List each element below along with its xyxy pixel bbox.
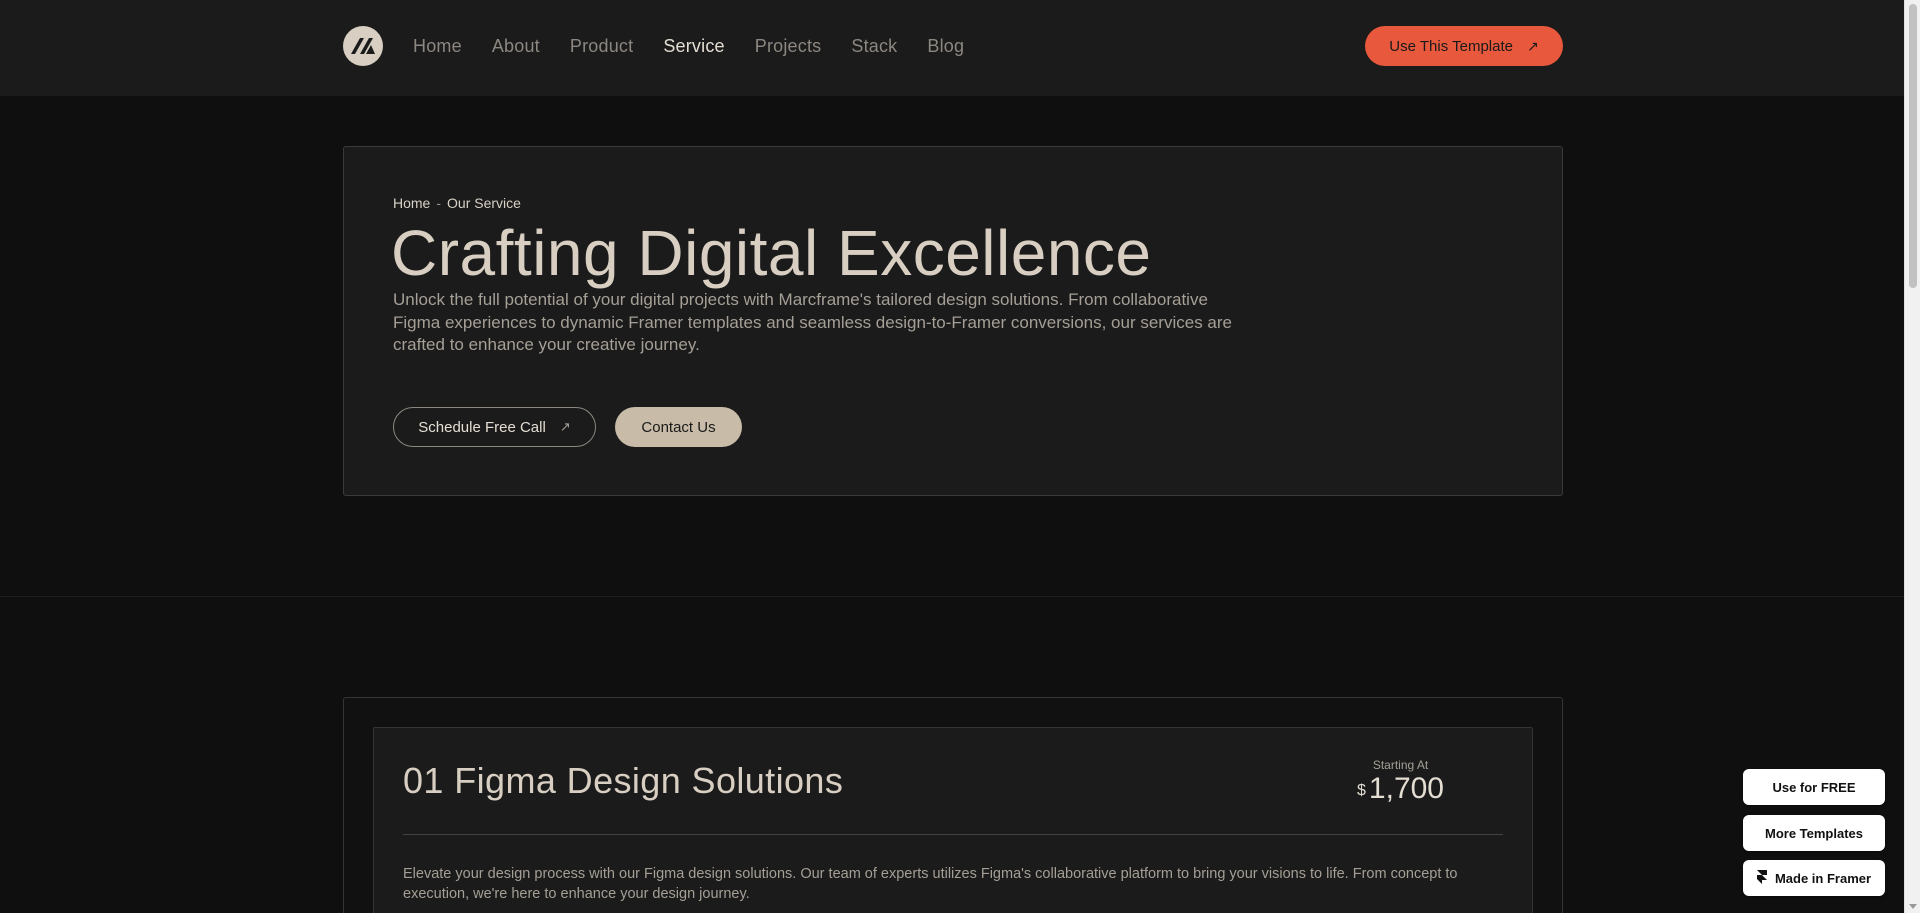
currency-symbol: $ (1357, 782, 1366, 799)
arrow-up-right-icon: ↗ (559, 419, 571, 434)
more-templates-button[interactable]: More Templates (1743, 815, 1885, 851)
breadcrumb-separator: - (436, 195, 442, 211)
more-templates-label: More Templates (1764, 825, 1863, 841)
scroll-down-icon[interactable] (1909, 904, 1917, 909)
service-card: 01 Figma Design Solutions Starting At $1… (373, 727, 1533, 913)
nav-stack[interactable]: Stack (851, 32, 897, 60)
price-label: Starting At (1372, 758, 1429, 772)
top-navbar: Home About Product Service Projects Stac… (0, 0, 1904, 96)
page-scrollbar[interactable] (1904, 0, 1920, 913)
nav-home[interactable]: Home (413, 32, 462, 60)
page-title: Crafting Digital Excellence (391, 217, 1152, 289)
service-section: 01 Figma Design Solutions Starting At $1… (343, 697, 1563, 913)
scrollbar-thumb[interactable] (1909, 4, 1917, 288)
use-template-label: Use This Template (1389, 37, 1513, 55)
service-divider (403, 834, 1503, 835)
service-description: Elevate your design process with our Fig… (403, 866, 1458, 902)
contact-us-button[interactable]: Contact Us (615, 407, 742, 447)
arrow-up-right-icon: ↗ (1526, 37, 1539, 54)
nav-blog[interactable]: Blog (927, 32, 964, 60)
price-block: Starting At $1,700 (1357, 758, 1444, 806)
nav-product[interactable]: Product (570, 32, 633, 60)
framer-icon (1756, 869, 1767, 887)
contact-us-label: Contact Us (641, 418, 716, 436)
price-amount: 1,700 (1368, 772, 1444, 805)
price-value: $1,700 (1357, 772, 1444, 806)
schedule-call-button[interactable]: Schedule Free Call ↗ (393, 407, 596, 447)
marcframe-logo-icon[interactable] (343, 26, 383, 66)
breadcrumb: Home - Our Service (393, 195, 521, 211)
nav-about[interactable]: About (492, 32, 540, 60)
schedule-call-label: Schedule Free Call (418, 418, 546, 436)
use-template-button[interactable]: Use This Template ↗ (1365, 26, 1563, 66)
made-in-framer-button[interactable]: Made in Framer (1743, 860, 1885, 896)
use-for-free-button[interactable]: Use for FREE (1743, 769, 1885, 805)
section-divider (0, 596, 1904, 597)
use-for-free-label: Use for FREE (1772, 779, 1856, 795)
nav-service[interactable]: Service (663, 32, 724, 60)
breadcrumb-home[interactable]: Home (393, 195, 430, 211)
hero-card: Home - Our Service Crafting Digital Exce… (343, 146, 1563, 496)
page: Home About Product Service Projects Stac… (0, 0, 1920, 913)
nav-projects[interactable]: Projects (755, 32, 822, 60)
breadcrumb-current: Our Service (447, 195, 521, 211)
made-in-framer-label: Made in Framer (1774, 870, 1872, 886)
service-title: 01 Figma Design Solutions (403, 760, 844, 801)
main-nav: Home About Product Service Projects Stac… (413, 32, 994, 60)
hero-description: Unlock the full potential of your digita… (393, 290, 1232, 354)
